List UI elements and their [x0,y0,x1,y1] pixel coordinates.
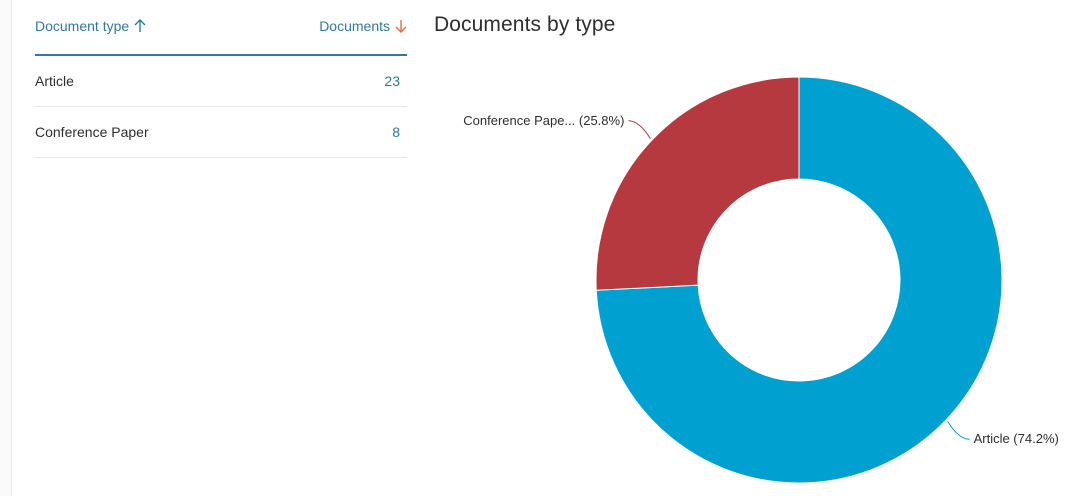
donut-slice-conference-paper[interactable] [595,76,800,291]
slice-label: Conference Pape... (25.8%) [463,113,624,128]
donut-chart: Article (74.2%) Conference Pape... (25.8%… [463,76,1059,484]
leader-line [947,420,970,440]
slice-label: Article (74.2%) [974,431,1059,446]
analyze-documents-by-type-panel: Document type Documents Article 23 Confe… [0,0,1077,496]
leader-line [628,120,651,140]
